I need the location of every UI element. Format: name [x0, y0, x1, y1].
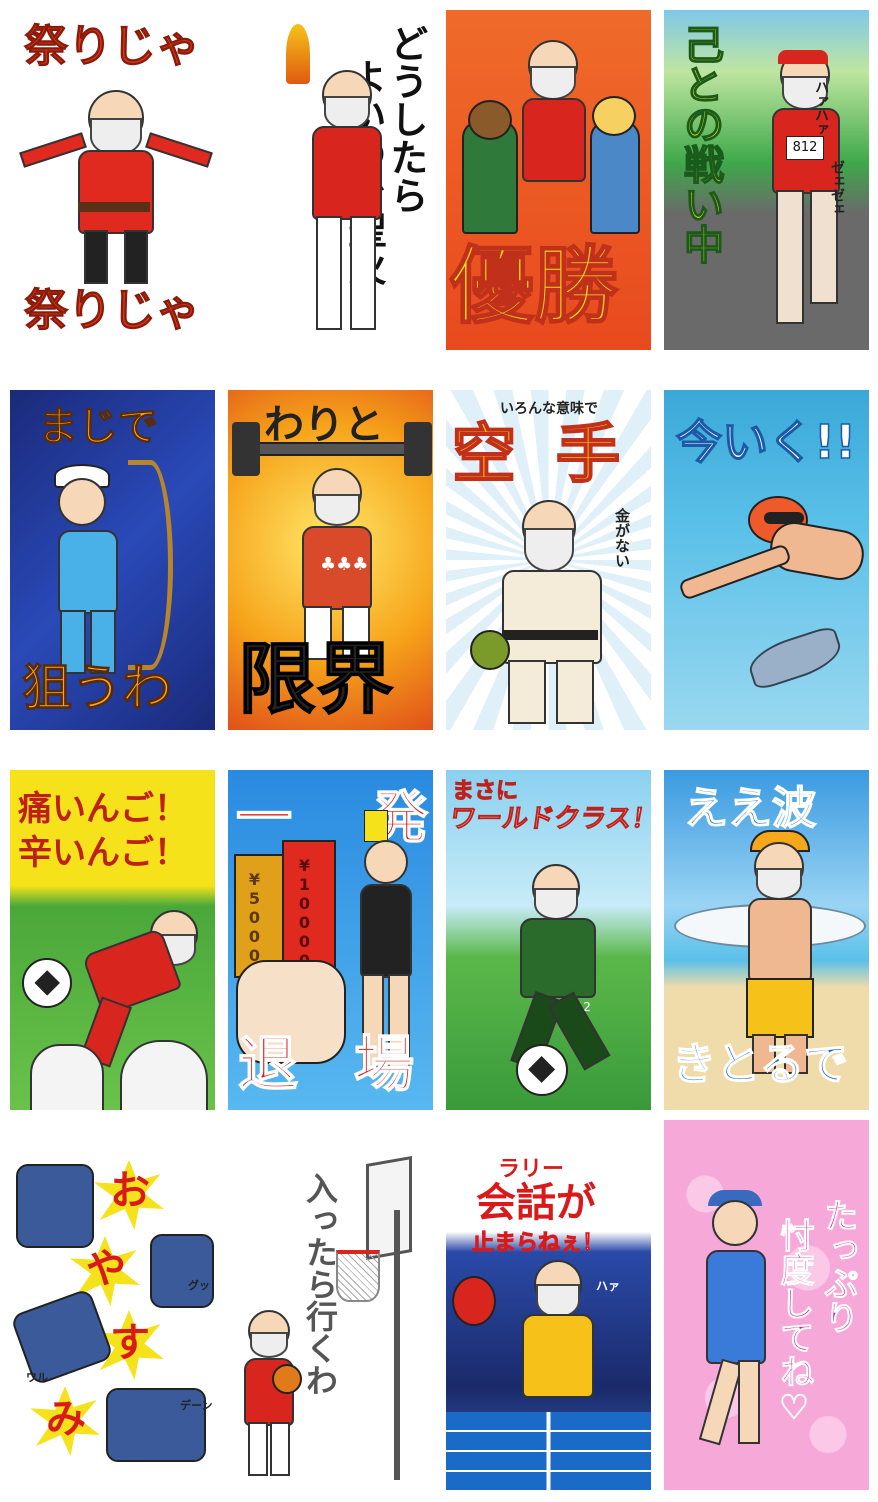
sfx-hah: ハァ [596, 1279, 621, 1293]
barbell-icon [232, 422, 432, 476]
sticker-text-top: ええ波 [683, 783, 817, 834]
sticker-weight[interactable]: わりと ♣♣♣ 限界 [228, 390, 433, 730]
sticker-grid: 祭りじゃ 祭りじゃ どうしたら よいので聖火 [0, 0, 878, 1502]
sticker-tatakai[interactable]: 己との戦い中 812 ハァハァ ゼェゼェ [664, 10, 869, 350]
judo-text-ya: や [86, 1246, 126, 1292]
sticker-itai[interactable]: 痛いんご！ 辛いんご！ [10, 770, 215, 1110]
karate-figure [470, 500, 626, 724]
judoka-pair-2 [150, 1234, 214, 1308]
sticker-text-bottom-right: 場 [353, 1030, 415, 1100]
sticker-text-big: ワールドクラス！ [447, 804, 651, 835]
sticker-text-top: 祭りじゃ [24, 21, 201, 72]
runner-figure [288, 70, 398, 340]
swimmer-figure [674, 482, 868, 632]
sticker-text-line3: 止まらねぇ！ [471, 1231, 605, 1256]
sticker-text-vertical: 己との戦い中 [676, 23, 724, 265]
sfx-zee: ゼェゼェ [829, 160, 845, 216]
sfx-gu: グッ [188, 1279, 210, 1292]
sticker-text-line1: 痛いんご！ [18, 789, 188, 829]
podium-figures [456, 30, 641, 250]
sticker-text-big: 空手 [451, 418, 651, 492]
sticker-golf[interactable]: たっぷり 忖度してね♡ [664, 1120, 869, 1490]
sticker-text-bottom: 祭りじゃ [24, 285, 201, 336]
pingpong-player-figure [500, 1260, 610, 1400]
hoop-pole [394, 1210, 400, 1480]
sticker-text-right: たっぷり [818, 1198, 859, 1335]
sticker-soccer[interactable]: まさに ワールドクラス！ 312 [446, 770, 651, 1110]
surfer-figure [734, 830, 834, 1074]
hoop-backboard [366, 1155, 412, 1261]
golfer-figure [684, 1190, 784, 1450]
sticker-karate[interactable]: いろんな意味で 空手 金がない [446, 390, 651, 730]
sticker-text-bottom: 狙うわ [22, 659, 173, 717]
judo-text-mi: み [46, 1396, 86, 1442]
sticker-text-big: 会話が [476, 1180, 596, 1226]
archer-figure [40, 460, 200, 680]
sticker-text-bottom-left: 退 [237, 1030, 299, 1100]
sticker-text-vertical: 入ったら行くわ [301, 1172, 339, 1396]
sticker-pingpong[interactable]: ラリー 会話が 止まらねぇ！ ハァ [446, 1150, 651, 1490]
sticker-redcard[interactable]: 一発 ¥5000 ¥10000 退 場 [228, 770, 433, 1110]
sticker-basket[interactable]: 入ったら行くわ [228, 1150, 433, 1490]
soccer-ball-icon [516, 1044, 568, 1096]
sticker-text-bottom: 限界 [237, 635, 395, 725]
sfx-hah: ハァハァ [813, 80, 829, 136]
sticker-text-side: 金がない [613, 508, 631, 568]
sticker-text-small: いろんな意味で [500, 401, 598, 417]
sticker-archery[interactable]: まじで 狙うわ [10, 390, 215, 730]
bib-number: 812 [786, 136, 824, 160]
judoka-pair-1 [16, 1164, 94, 1248]
paddle-icon [452, 1276, 496, 1326]
sfx-den: デーン [180, 1399, 213, 1412]
sticker-text: 優勝 [449, 237, 619, 335]
sticker-seika[interactable]: どうしたら よいので聖火 [228, 10, 433, 350]
judo-text-su: す [110, 1320, 150, 1366]
bow-icon [128, 460, 173, 670]
pingpong-table [446, 1412, 651, 1490]
sticker-text-bottom: きとるで [671, 1039, 849, 1090]
sticker-text-top: わりと [264, 402, 384, 448]
sticker-matsuri[interactable]: 祭りじゃ 祭りじゃ [10, 10, 215, 350]
hoop-net-icon [336, 1250, 380, 1302]
soccer-player-figure: 312 [486, 864, 616, 1074]
sticker-text-small: ラリー [498, 1157, 565, 1182]
sticker-text-line2: 辛いんご！ [18, 833, 188, 873]
sfx-waru: ワル [26, 1371, 48, 1384]
basketball-player-figure [234, 1310, 304, 1480]
judo-text-o: お [110, 1168, 150, 1214]
sticker-text: 今いく!! [675, 415, 856, 469]
old-man-figure [19, 90, 213, 290]
sticker-text-top: まじで [38, 404, 159, 450]
sticker-swim[interactable]: 今いく!! [664, 390, 869, 730]
sticker-judo[interactable]: お や す み グッ ワル デーン [10, 1150, 215, 1490]
sticker-surf[interactable]: ええ波 きとるで [664, 770, 869, 1110]
soccer-ball-icon [22, 958, 72, 1008]
shark-icon [744, 624, 846, 692]
sticker-text-small: まさに [451, 779, 519, 804]
sticker-yusho[interactable]: 優勝 [446, 10, 651, 350]
